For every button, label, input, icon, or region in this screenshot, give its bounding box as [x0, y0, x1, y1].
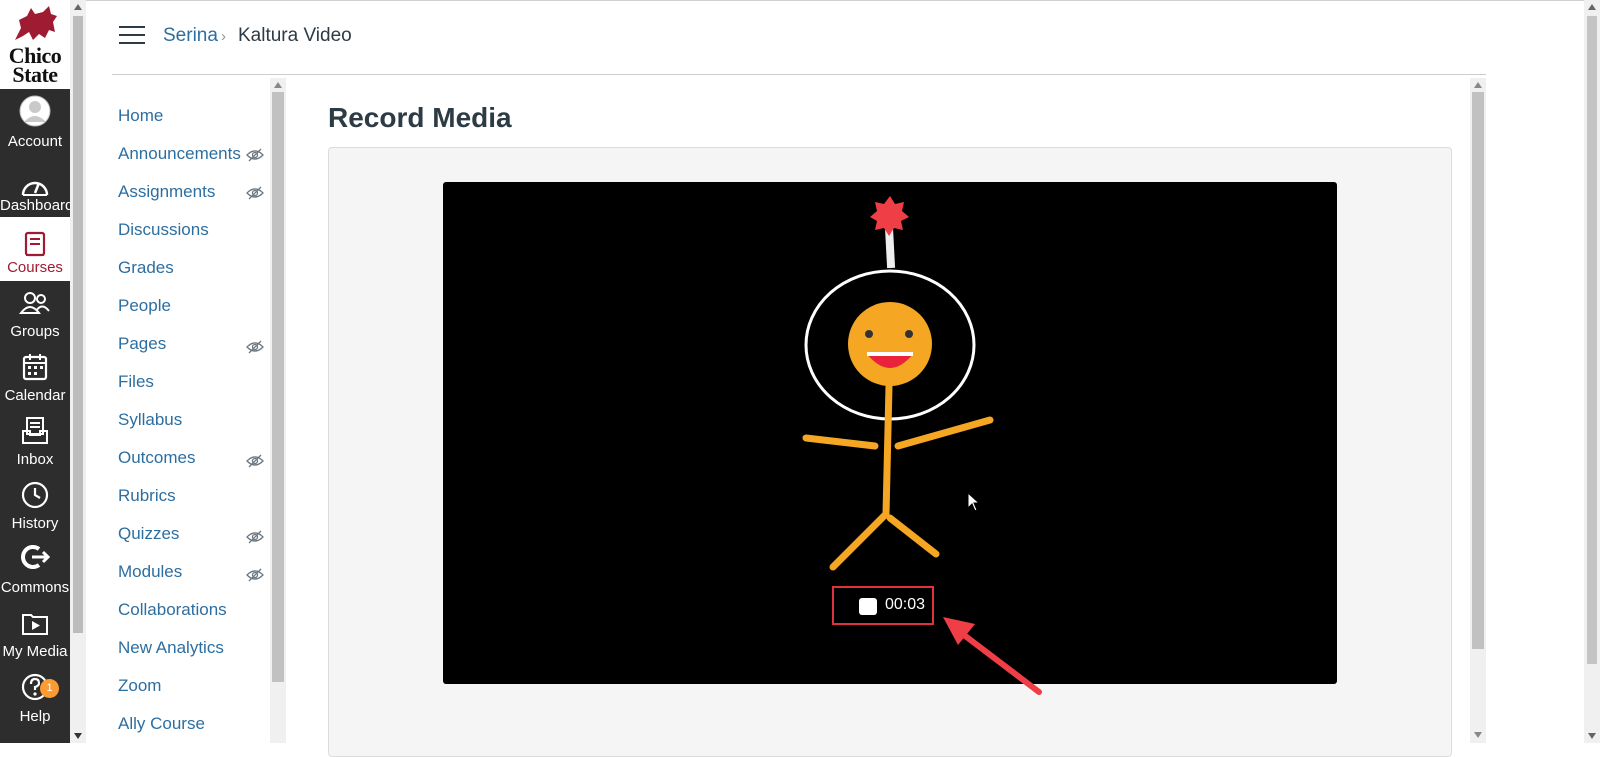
course-nav-modules[interactable]: Modules	[118, 561, 182, 583]
inbox-icon	[22, 417, 48, 444]
history-icon	[21, 481, 49, 509]
scroll-thumb[interactable]	[1472, 92, 1484, 649]
scroll-up-arrow-icon[interactable]	[274, 82, 282, 88]
course-nav-pages[interactable]: Pages	[118, 333, 166, 355]
nav-history-label: History	[11, 515, 59, 532]
chico-state-logo[interactable]: Chico State	[0, 0, 70, 89]
scroll-down-arrow-icon[interactable]	[1588, 733, 1596, 739]
webcam-video-preview[interactable]: 00:03	[443, 182, 1337, 684]
course-menu-toggle[interactable]	[119, 26, 145, 46]
nav-inbox[interactable]: Inbox	[0, 409, 70, 473]
nav-my-media-label: My Media	[2, 643, 68, 660]
hidden-eye-icon	[246, 340, 264, 354]
breadcrumb-course-link[interactable]: Serina	[163, 23, 218, 49]
nav-help-label: Help	[19, 708, 51, 725]
scroll-up-arrow-icon[interactable]	[1588, 4, 1596, 10]
help-notification-badge: 1	[40, 679, 59, 698]
mouse-cursor-icon	[967, 492, 981, 512]
page-header: Serina › Kaltura Video	[112, 0, 1486, 75]
course-nav-syllabus[interactable]: Syllabus	[118, 409, 182, 431]
account-icon	[19, 95, 51, 127]
course-nav-grades[interactable]: Grades	[118, 257, 174, 279]
nav-calendar[interactable]: Calendar	[0, 345, 70, 409]
scroll-up-arrow-icon[interactable]	[1474, 82, 1482, 88]
nav-history[interactable]: History	[0, 473, 70, 537]
course-nav-people[interactable]: People	[118, 295, 171, 317]
groups-icon	[19, 292, 50, 314]
hidden-eye-icon	[246, 148, 264, 162]
course-nav-quizzes[interactable]: Quizzes	[118, 523, 179, 545]
scroll-thumb[interactable]	[272, 92, 284, 682]
nav-courses-label: Courses	[7, 259, 63, 276]
nav-help[interactable]: 1 Help	[0, 665, 70, 729]
scroll-down-arrow-icon[interactable]	[1474, 732, 1482, 738]
nav-account-label: Account	[7, 133, 63, 150]
wildcat-logo-icon	[15, 6, 57, 40]
nav-account[interactable]: Account	[0, 89, 70, 153]
recording-control-highlight: 00:03	[832, 586, 934, 625]
calendar-icon	[22, 354, 48, 381]
hidden-eye-icon	[246, 530, 264, 544]
nav-my-media[interactable]: My Media	[0, 601, 70, 665]
course-nav-discussions[interactable]: Discussions	[118, 219, 209, 241]
course-nav-home[interactable]: Home	[118, 105, 163, 127]
hidden-eye-icon	[246, 454, 264, 468]
stop-recording-button[interactable]	[859, 598, 877, 615]
nav-groups[interactable]: Groups	[0, 281, 70, 345]
course-nav-zoom[interactable]: Zoom	[118, 675, 161, 697]
content-scrollbar[interactable]	[1470, 78, 1486, 743]
course-nav-ally-course[interactable]: Ally Course	[118, 713, 205, 735]
scroll-thumb[interactable]	[1587, 16, 1597, 664]
nav-inbox-label: Inbox	[16, 451, 54, 468]
commons-icon	[21, 545, 51, 569]
global-nav: Chico State Account Dashboard Courses Gr…	[0, 0, 74, 743]
window-scrollbar[interactable]	[1584, 0, 1600, 743]
hidden-eye-icon	[246, 186, 264, 200]
course-nav-announcements[interactable]: Announcements	[118, 143, 241, 165]
scroll-up-arrow-icon[interactable]	[74, 4, 82, 10]
hidden-eye-icon	[246, 568, 264, 582]
course-nav: Home Announcements Assignments Discussio…	[112, 75, 270, 743]
nav-calendar-label: Calendar	[4, 387, 66, 404]
course-nav-collaborations[interactable]: Collaborations	[118, 599, 227, 621]
logo-line-2: State	[12, 62, 58, 87]
course-nav-rubrics[interactable]: Rubrics	[118, 485, 176, 507]
scroll-thumb[interactable]	[73, 16, 83, 633]
nav-dashboard[interactable]: Dashboard	[0, 153, 74, 217]
course-nav-outcomes[interactable]: Outcomes	[118, 447, 195, 469]
nav-groups-label: Groups	[10, 323, 60, 340]
nav-commons[interactable]: Commons	[0, 537, 70, 601]
page-title: Record Media	[328, 102, 512, 133]
courses-icon	[24, 231, 46, 257]
page-scrollbar-left[interactable]	[70, 0, 86, 743]
breadcrumb-separator: ›	[221, 28, 226, 45]
nav-commons-label: Commons	[0, 579, 70, 596]
breadcrumb-current-page: Kaltura Video	[238, 25, 352, 46]
course-nav-files[interactable]: Files	[118, 371, 154, 393]
recording-timer: 00:03	[885, 596, 926, 613]
nav-dashboard-label: Dashboard	[0, 197, 74, 214]
scroll-down-arrow-icon[interactable]	[74, 733, 82, 739]
course-nav-new-analytics[interactable]: New Analytics	[118, 637, 224, 659]
nav-courses[interactable]: Courses	[0, 217, 70, 281]
course-nav-scrollbar[interactable]	[270, 78, 286, 743]
my-media-icon	[22, 614, 48, 635]
course-nav-assignments[interactable]: Assignments	[118, 181, 215, 203]
